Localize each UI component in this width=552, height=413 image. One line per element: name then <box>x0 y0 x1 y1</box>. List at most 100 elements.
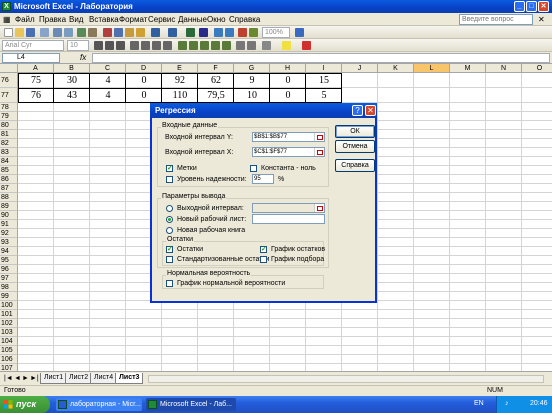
row-header[interactable]: 104 <box>0 337 18 346</box>
row-header[interactable]: 80 <box>0 121 18 130</box>
table-cell[interactable]: 9 <box>234 73 270 88</box>
maximize-button[interactable]: □ <box>526 1 537 12</box>
table-cell[interactable]: 62 <box>198 73 234 88</box>
menu-window[interactable]: Окно <box>207 15 226 24</box>
table-cell[interactable]: 76 <box>18 88 54 103</box>
row-header[interactable]: 87 <box>0 184 18 193</box>
residuals-checkbox[interactable]: ✓ <box>166 246 173 253</box>
table-cell[interactable]: 30 <box>54 73 90 88</box>
print-preview-icon[interactable] <box>64 28 73 37</box>
sheet-tab-active[interactable]: Лист3 <box>115 373 144 384</box>
column-header[interactable]: L <box>414 64 450 73</box>
input-x-field[interactable]: $C$1:$F$77 <box>252 147 325 157</box>
menu-format[interactable]: Формат <box>119 15 147 24</box>
copy-icon[interactable] <box>114 28 123 37</box>
row-header[interactable]: 103 <box>0 328 18 337</box>
italic-icon[interactable] <box>105 41 114 50</box>
fx-icon[interactable]: fx <box>80 53 86 62</box>
align-right-icon[interactable] <box>152 41 161 50</box>
menu-file[interactable]: Файл <box>15 15 35 24</box>
fill-color-icon[interactable] <box>282 41 291 50</box>
row-header[interactable]: 96 <box>0 265 18 274</box>
row-header[interactable]: 92 <box>0 229 18 238</box>
formula-input[interactable] <box>92 53 550 63</box>
row-header[interactable]: 84 <box>0 157 18 166</box>
menu-data[interactable]: Данные <box>178 15 207 24</box>
collapse-dialog-icon[interactable] <box>314 204 324 212</box>
percent-icon[interactable] <box>189 41 198 50</box>
std-residuals-checkbox[interactable] <box>166 256 173 263</box>
menu-help[interactable]: Справка <box>229 15 260 24</box>
cancel-button[interactable]: Отмена <box>335 140 375 153</box>
table-cell[interactable]: 79,5 <box>198 88 234 103</box>
column-header[interactable]: G <box>234 64 270 73</box>
row-header[interactable]: 95 <box>0 256 18 265</box>
normal-plot-checkbox[interactable] <box>166 280 173 287</box>
close-button[interactable]: ✕ <box>538 1 549 12</box>
row-header[interactable]: 101 <box>0 310 18 319</box>
start-button[interactable]: пуск <box>0 396 50 413</box>
output-range-radio[interactable] <box>166 205 173 212</box>
format-painter-icon[interactable] <box>136 28 145 37</box>
borders-icon[interactable] <box>262 41 271 50</box>
decrease-decimal-icon[interactable] <box>222 41 231 50</box>
help-button[interactable]: Справка <box>335 159 375 172</box>
confidence-field[interactable]: 95 <box>252 174 274 184</box>
column-header[interactable]: F <box>198 64 234 73</box>
hyperlink-icon[interactable] <box>186 28 195 37</box>
print-icon[interactable] <box>53 28 62 37</box>
menu-tools[interactable]: Сервис <box>148 15 175 24</box>
increase-decimal-icon[interactable] <box>211 41 220 50</box>
row-header[interactable]: 105 <box>0 346 18 355</box>
align-left-icon[interactable] <box>130 41 139 50</box>
column-header[interactable]: J <box>342 64 378 73</box>
table-cell[interactable]: 0 <box>126 73 162 88</box>
new-icon[interactable] <box>4 28 13 37</box>
column-header[interactable]: I <box>306 64 342 73</box>
table-cell[interactable]: 4 <box>90 88 126 103</box>
language-indicator[interactable]: EN <box>474 400 484 407</box>
drawing-icon[interactable] <box>249 28 258 37</box>
font-size-select[interactable]: 10 <box>67 40 89 51</box>
new-book-radio[interactable] <box>166 227 173 234</box>
row-header[interactable]: 91 <box>0 220 18 229</box>
row-header[interactable]: 107 <box>0 364 18 371</box>
row-header[interactable]: 102 <box>0 319 18 328</box>
menu-view[interactable]: Вид <box>69 15 83 24</box>
taskbar-item-excel[interactable]: Microsoft Excel - Лаб... <box>146 398 236 411</box>
select-all-corner[interactable] <box>0 64 18 73</box>
prev-sheet-icon[interactable]: ◄ <box>14 375 21 382</box>
paste-icon[interactable] <box>125 28 134 37</box>
increase-indent-icon[interactable] <box>247 41 256 50</box>
zoom-select[interactable]: 100% <box>262 27 290 38</box>
residual-plot-checkbox[interactable]: ✓ <box>260 246 267 253</box>
row-header[interactable]: 99 <box>0 292 18 301</box>
row-header[interactable]: 79 <box>0 112 18 121</box>
table-cell[interactable]: 0 <box>270 73 306 88</box>
tray-volume-icon[interactable]: ♪ <box>505 400 509 407</box>
table-cell[interactable]: 15 <box>306 73 342 88</box>
menu-insert[interactable]: Вставка <box>89 15 119 24</box>
column-header[interactable]: O <box>522 64 552 73</box>
table-cell[interactable]: 43 <box>54 88 90 103</box>
horizontal-scrollbar[interactable] <box>148 375 544 383</box>
help-icon[interactable] <box>295 28 304 37</box>
bold-icon[interactable] <box>94 41 103 50</box>
column-header[interactable]: D <box>126 64 162 73</box>
font-select[interactable]: Arial Cyr <box>2 40 64 51</box>
column-header[interactable]: B <box>54 64 90 73</box>
row-header[interactable]: 89 <box>0 202 18 211</box>
table-cell[interactable]: 10 <box>234 88 270 103</box>
sort-asc-icon[interactable] <box>214 28 223 37</box>
comma-icon[interactable] <box>200 41 209 50</box>
permission-icon[interactable] <box>40 28 49 37</box>
table-cell[interactable]: 4 <box>90 73 126 88</box>
row-header[interactable]: 77 <box>0 88 18 103</box>
table-cell[interactable]: 92 <box>162 73 198 88</box>
column-header[interactable]: K <box>378 64 414 73</box>
labels-checkbox[interactable]: ✓ <box>166 165 173 172</box>
row-header[interactable]: 93 <box>0 238 18 247</box>
sheet-tab[interactable]: Лист2 <box>65 373 93 384</box>
sheet-tab[interactable]: Лист1 <box>40 373 68 384</box>
new-sheet-field[interactable] <box>252 214 325 224</box>
